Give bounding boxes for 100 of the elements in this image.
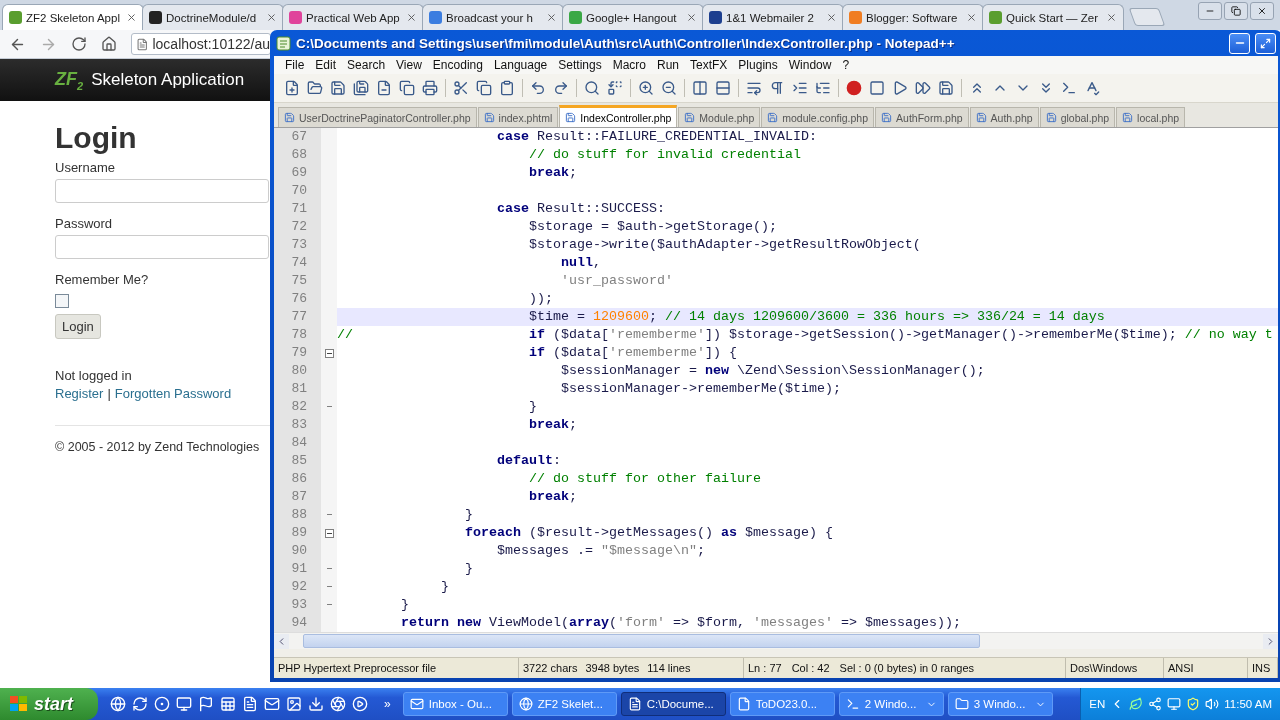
spell-check-icon[interactable] [1084,80,1100,96]
replace-icon[interactable] [607,80,623,96]
redo-icon[interactable] [553,80,569,96]
menu-item[interactable]: Edit [310,58,343,72]
pilcrow-icon[interactable] [769,80,785,96]
close-icon[interactable] [126,12,137,23]
browser-tab[interactable]: Broadcast your h [422,4,564,30]
leaf-icon[interactable] [1129,697,1144,711]
menu-item[interactable]: Macro [607,58,652,72]
play-icon[interactable] [352,696,368,712]
text-field[interactable] [55,235,269,259]
volume-icon[interactable] [1205,697,1220,711]
save-icon[interactable] [330,80,346,96]
more-button[interactable]: » [384,697,391,711]
login-button[interactable]: Login [55,314,101,339]
monitor-icon[interactable] [176,696,192,712]
record-icon[interactable] [846,80,862,96]
close-icon[interactable] [826,12,837,23]
file-tab[interactable]: Auth.php [969,107,1039,127]
browser-tab[interactable]: DoctrineModule/d [142,4,284,30]
wrap-icon[interactable] [746,80,762,96]
taskbar-button[interactable]: 2 Windo... [838,692,944,716]
password-link[interactable]: Forgotten Password [114,385,232,403]
rows-icon[interactable] [715,80,731,96]
register-link[interactable]: Register [55,385,104,403]
menu-item[interactable]: Search [342,58,392,72]
close-icon[interactable] [966,12,977,23]
menu-item[interactable]: View [391,58,428,72]
browser-tab[interactable]: Quick Start — Zer [982,4,1124,30]
refresh-icon[interactable] [132,696,148,712]
menu-item[interactable]: Language [488,58,554,72]
home-icon[interactable] [101,36,117,52]
file-tab[interactable]: local.php [1116,107,1186,127]
zoom-in-icon[interactable] [638,80,654,96]
browser-tab[interactable]: 1&1 Webmailer 2 [702,4,844,30]
restore-button[interactable] [1224,2,1248,20]
close-icon[interactable] [266,12,277,23]
browser-tab[interactable]: Blogger: Software [842,4,984,30]
menu-item[interactable]: File [280,58,311,72]
close-icon[interactable] [686,12,697,23]
copy-icon[interactable] [476,80,492,96]
checkbox[interactable] [55,294,69,308]
browser-tab[interactable]: Google+ Hangout [562,4,704,30]
print-icon[interactable] [422,80,438,96]
new-file-icon[interactable] [284,80,300,96]
download-icon[interactable] [308,696,324,712]
stop-icon[interactable] [869,80,885,96]
undo-icon[interactable] [530,80,546,96]
fold-toggle-icon[interactable] [324,348,334,358]
menu-item[interactable]: Run [652,58,685,72]
columns-icon[interactable] [692,80,708,96]
maximize-button[interactable] [1255,32,1276,54]
close-icon[interactable] [546,12,557,23]
close-icon[interactable] [1106,12,1117,23]
file-tab[interactable]: index.phtml [477,107,559,127]
play-icon[interactable] [892,80,908,96]
aperture-icon[interactable] [330,696,346,712]
image-icon[interactable] [286,696,302,712]
browser-tab[interactable]: ZF2 Skeleton Appl [2,4,144,30]
menu-item[interactable]: Window [783,58,838,72]
close-file-icon[interactable] [376,80,392,96]
file-tab[interactable]: AuthForm.php [875,107,969,127]
save-macro-icon[interactable] [938,80,954,96]
taskbar-button[interactable]: C:\Docume... [620,692,726,716]
scrollbar-thumb[interactable] [303,634,980,648]
dot-icon[interactable] [154,696,170,712]
taskbar-button[interactable]: ZF2 Skelet... [511,692,617,716]
fold-toggle-icon[interactable] [324,528,334,538]
menu-item[interactable]: Encoding [427,58,489,72]
file-tab[interactable]: UserDoctrinePaginatorController.php [278,107,477,127]
terminal-icon[interactable] [1061,80,1077,96]
taskbar-button[interactable]: 3 Windo... [947,692,1053,716]
site-title[interactable]: Skeleton Application [91,70,245,90]
text-field[interactable] [55,179,269,203]
save-all-icon[interactable] [353,80,369,96]
address-field[interactable]: localhost:10122/au [131,33,271,55]
flag-icon[interactable] [198,696,214,712]
globe-icon[interactable] [110,696,126,712]
taskbar-button[interactable]: ToDO23.0... [729,692,835,716]
monitor-icon[interactable] [1167,697,1182,711]
paste-icon[interactable] [499,80,515,96]
file-tab[interactable]: module.config.php [761,107,875,127]
file-tab[interactable]: IndexController.php [559,105,678,127]
shield-icon[interactable] [1186,697,1201,711]
close-all-icon[interactable] [399,80,415,96]
search-icon[interactable] [584,80,600,96]
menu-item[interactable]: Plugins [733,58,784,72]
file-tab[interactable]: global.php [1039,107,1116,127]
zoom-out-icon[interactable] [661,80,677,96]
close-icon[interactable] [406,12,417,23]
menu-item[interactable]: TextFX [685,58,734,72]
fast-forward-icon[interactable] [915,80,931,96]
reload-icon[interactable] [71,36,87,52]
tree-icon[interactable] [815,80,831,96]
file-tab[interactable]: Module.php [678,107,761,127]
taskbar-button[interactable]: Inbox - Ou... [402,692,508,716]
language-indicator[interactable]: EN [1089,698,1106,710]
sheet-icon[interactable] [220,696,236,712]
network-icon[interactable] [1148,697,1163,711]
mail-icon[interactable] [264,696,280,712]
